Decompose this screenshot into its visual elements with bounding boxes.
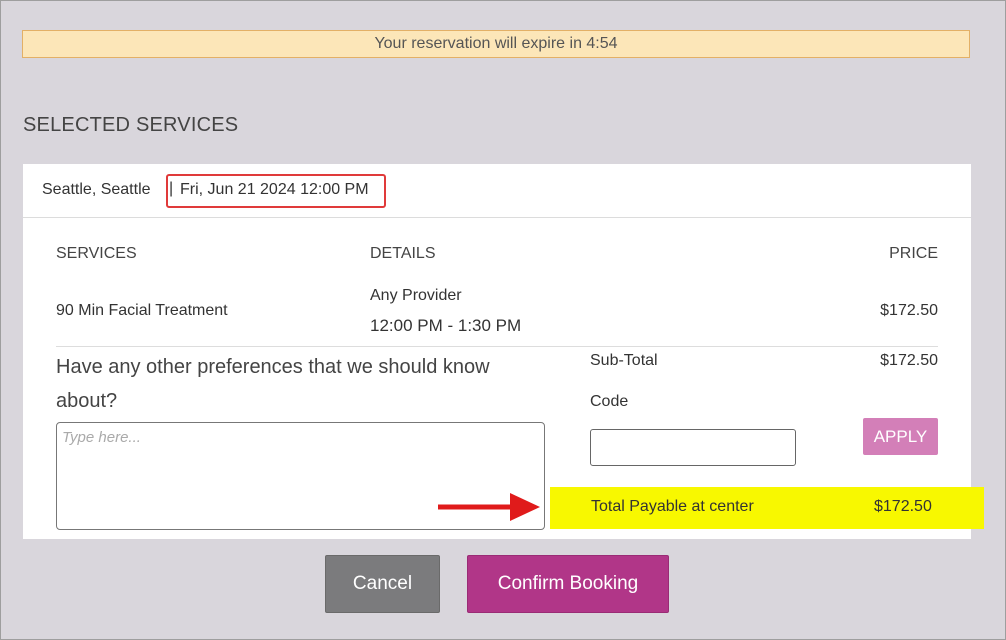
service-time: 12:00 PM - 1:30 PM — [370, 316, 522, 335]
subtotal-value: $172.50 — [880, 352, 938, 369]
reservation-timer-banner: Your reservation will expire in 4:54 — [22, 30, 970, 58]
service-name: 90 Min Facial Treatment — [56, 302, 228, 319]
section-title: SELECTED SERVICES — [23, 114, 239, 136]
right-arrow-icon — [438, 493, 540, 521]
col-header-services: SERVICES — [56, 245, 137, 262]
appointment-datetime: Fri, Jun 21 2024 12:00 PM — [180, 181, 369, 198]
apply-code-button[interactable]: APPLY — [863, 418, 938, 455]
col-header-details: DETAILS — [370, 245, 436, 262]
service-provider: Any Provider — [370, 287, 462, 304]
subtotal-label: Sub-Total — [590, 352, 658, 369]
cancel-button[interactable]: Cancel — [325, 555, 440, 613]
promo-code-input[interactable] — [590, 429, 796, 466]
row-divider — [56, 346, 938, 347]
col-header-price: PRICE — [889, 245, 938, 262]
location-bar: Seattle, Seattle | Fri, Jun 21 2024 12:0… — [23, 164, 971, 218]
service-price: $172.50 — [880, 302, 938, 319]
confirm-booking-button[interactable]: Confirm Booking — [467, 555, 669, 613]
total-payable-value: $172.50 — [874, 498, 932, 515]
code-label: Code — [590, 393, 629, 410]
location-name: Seattle, Seattle — [42, 181, 151, 198]
total-payable-label: Total Payable at center — [591, 498, 754, 515]
preferences-question: Have any other preferences that we shoul… — [56, 356, 490, 412]
